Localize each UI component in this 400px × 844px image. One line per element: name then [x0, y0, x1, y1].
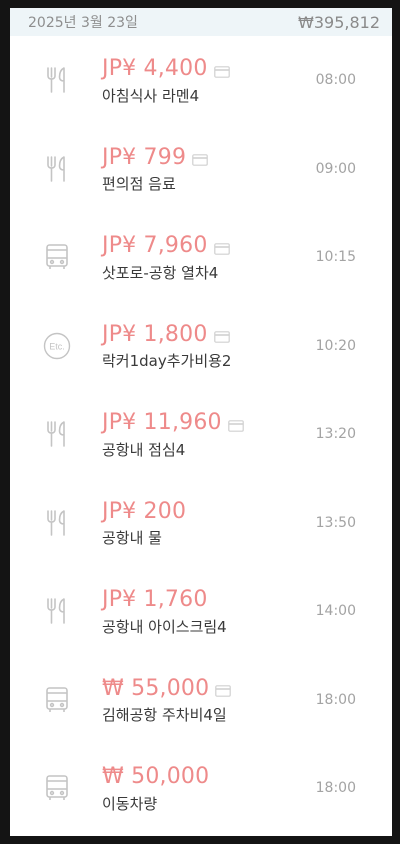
bus-icon — [42, 685, 72, 715]
amount-line: JP¥ 1,760 — [102, 586, 227, 614]
day-date: 2025년 3월 23일 — [28, 15, 138, 31]
bus-icon — [42, 773, 72, 803]
expense-amount: JP¥ 4,400 — [102, 56, 208, 82]
fork-knife-icon — [42, 154, 72, 184]
day-total: ₩395,812 — [298, 12, 380, 32]
expense-memo: 공항내 물 — [102, 529, 162, 548]
card-icon — [213, 328, 230, 344]
expense-memo: 이동차량 — [102, 794, 158, 813]
card-icon — [213, 63, 230, 78]
expense-amount: JP¥ 200 — [102, 498, 187, 524]
expense-memo: 김해공항 주차비4일 — [102, 706, 227, 725]
expense-amount: ₩ 55,000 — [102, 675, 210, 701]
expense-row[interactable]: JP¥ 7,960 삿포로-공항 열차4 10:15 — [10, 213, 392, 302]
amount-line: ₩ 55,000 — [102, 674, 232, 702]
expense-row[interactable]: JP¥ 11,960 공항내 점심4 13:20 — [10, 390, 392, 479]
expense-time: 08:00 — [315, 72, 356, 89]
expense-amount: ₩ 50,000 — [102, 764, 210, 790]
expense-amount: JP¥ 11,960 — [102, 410, 222, 436]
expense-text: JP¥ 11,960 공항내 점심4 — [102, 409, 244, 460]
expense-amount: JP¥ 1,800 — [102, 321, 208, 347]
amount-line: ₩ 50,000 — [102, 763, 209, 791]
expense-row[interactable]: JP¥ 200 공항내 물 13:50 — [10, 479, 392, 568]
card-icon — [227, 417, 244, 432]
amount-line: JP¥ 200 — [102, 497, 186, 525]
card-icon — [215, 682, 232, 698]
expense-time: 18:00 — [315, 780, 356, 797]
expense-row[interactable]: JP¥ 799 편의점 음료 09:00 — [10, 125, 392, 214]
amount-line: JP¥ 799 — [102, 143, 208, 171]
expense-text: JP¥ 7,960 삿포로-공항 열차4 — [102, 232, 230, 283]
expense-amount: JP¥ 1,760 — [102, 587, 208, 613]
fork-knife-icon — [42, 419, 72, 449]
expense-text: JP¥ 799 편의점 음료 — [102, 143, 208, 194]
amount-line: JP¥ 7,960 — [102, 232, 230, 260]
expense-memo: 공항내 아이스크림4 — [102, 617, 227, 636]
card-icon — [213, 240, 230, 255]
fork-knife-icon — [42, 508, 72, 538]
bus-icon — [42, 242, 72, 272]
expense-row[interactable]: ₩ 50,000 이동차량 18:00 — [10, 744, 392, 833]
expense-list: JP¥ 4,400 아침식사 라멘4 08:00 JP¥ 799 편의점 음료 … — [10, 36, 392, 833]
fork-knife-icon — [42, 65, 72, 95]
expense-text: ₩ 55,000 김해공항 주차비4일 — [102, 674, 232, 725]
expense-day-panel: 2025년 3월 23일 ₩395,812 JP¥ 4,400 아침식사 라멘4… — [10, 8, 392, 836]
expense-text: ₩ 50,000 이동차량 — [102, 763, 209, 814]
amount-line: JP¥ 4,400 — [102, 55, 230, 83]
expense-memo: 편의점 음료 — [102, 175, 176, 194]
expense-text: JP¥ 4,400 아침식사 라멘4 — [102, 55, 230, 106]
expense-amount: JP¥ 799 — [102, 144, 187, 170]
amount-line: JP¥ 11,960 — [102, 409, 244, 437]
expense-text: JP¥ 1,800 락커1day추가비용2 — [102, 320, 231, 371]
expense-text: JP¥ 1,760 공항내 아이스크림4 — [102, 586, 227, 637]
expense-row[interactable]: JP¥ 1,760 공항내 아이스크림4 14:00 — [10, 567, 392, 656]
expense-amount: JP¥ 7,960 — [102, 233, 208, 259]
expense-time: 14:00 — [315, 603, 356, 620]
expense-time: 10:15 — [315, 249, 356, 266]
expense-row[interactable]: JP¥ 4,400 아침식사 라멘4 08:00 — [10, 36, 392, 125]
fork-knife-icon — [42, 596, 72, 626]
svg-text:Etc.: Etc. — [49, 341, 65, 351]
expense-row[interactable]: Etc. JP¥ 1,800 락커1day추가비용2 10:20 — [10, 302, 392, 391]
expense-time: 09:00 — [315, 160, 356, 177]
expense-memo: 삿포로-공항 열차4 — [102, 263, 219, 282]
expense-memo: 아침식사 라멘4 — [102, 86, 200, 105]
expense-time: 13:20 — [315, 426, 356, 443]
expense-time: 10:20 — [315, 337, 356, 354]
day-header[interactable]: 2025년 3월 23일 ₩395,812 — [10, 8, 392, 36]
expense-memo: 락커1day추가비용2 — [102, 352, 232, 371]
etc-icon: Etc. — [42, 331, 72, 361]
expense-row[interactable]: ₩ 55,000 김해공항 주차비4일 18:00 — [10, 656, 392, 745]
card-icon — [192, 151, 208, 167]
expense-time: 13:50 — [315, 514, 356, 531]
amount-line: JP¥ 1,800 — [102, 320, 231, 348]
expense-time: 18:00 — [315, 691, 356, 708]
expense-memo: 공항내 점심4 — [102, 440, 186, 459]
expense-text: JP¥ 200 공항내 물 — [102, 497, 186, 548]
